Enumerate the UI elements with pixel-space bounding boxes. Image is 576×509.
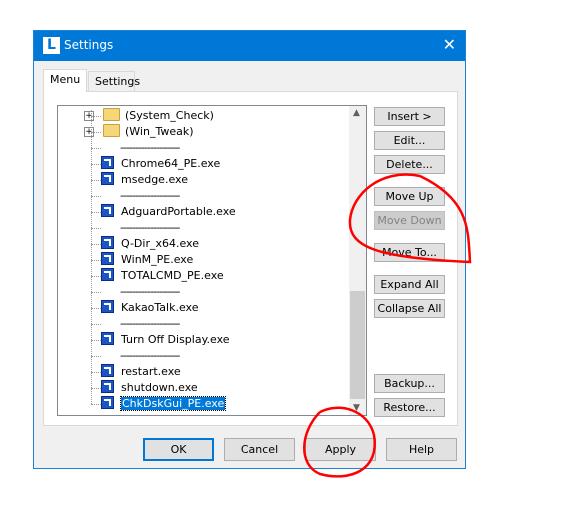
- red-annotation-circle: [303, 406, 377, 478]
- red-annotation-ellipse: [348, 173, 472, 264]
- tab-menu[interactable]: Menu: [43, 69, 87, 92]
